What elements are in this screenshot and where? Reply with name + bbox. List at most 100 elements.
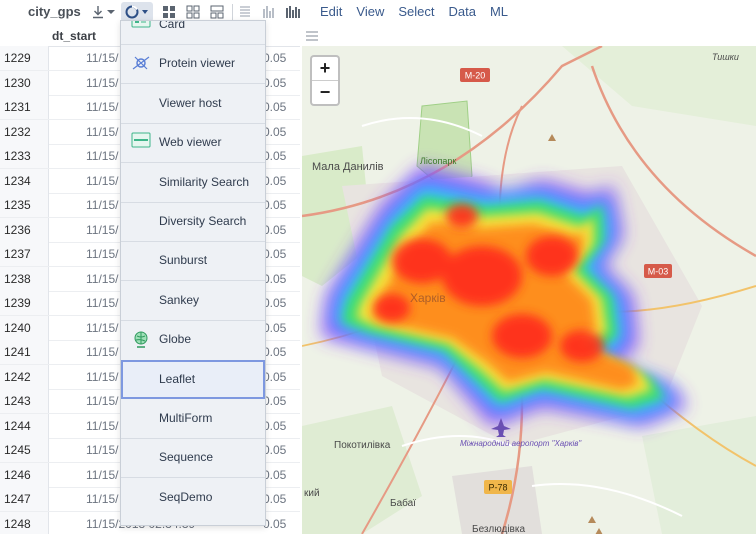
card-icon	[131, 21, 151, 34]
cell-dt-start[interactable]: 11/15/	[86, 174, 118, 188]
menu-item-diversity-search[interactable]: Diversity Search	[121, 202, 265, 241]
cell-dt-start[interactable]: 11/15/	[86, 125, 118, 139]
cell-r[interactable]: 0.05	[263, 198, 286, 212]
menu-item-sunburst[interactable]: Sunburst	[121, 241, 265, 280]
cell-dt-start[interactable]: 11/15/	[86, 492, 118, 506]
menu-data[interactable]: Data	[449, 4, 476, 19]
menu-item-leaflet[interactable]: Leaflet	[121, 359, 265, 399]
table-title[interactable]: city_gps	[28, 4, 81, 19]
cell-r[interactable]: 0.05	[263, 468, 286, 482]
row-number: 1229	[4, 51, 31, 65]
menu-edit[interactable]: Edit	[320, 4, 342, 19]
cell-r[interactable]: 0.05	[263, 321, 286, 335]
row-number: 1240	[4, 320, 31, 335]
row-number: 1236	[4, 222, 31, 237]
menu-item-seqdemo[interactable]: SeqDemo	[121, 478, 265, 517]
menu-item-web-viewer[interactable]: Web viewer	[121, 123, 265, 162]
cell-r[interactable]: 0.05	[263, 443, 286, 457]
layout-stack-icon[interactable]	[261, 2, 277, 22]
cell-dt-start[interactable]: 11/15/	[86, 198, 118, 212]
cell-dt-start[interactable]: 11/15/	[86, 419, 118, 433]
map-canvas: M-20 M-03 P-78 Тишки Мала Данилів Лісопа…	[302, 46, 756, 534]
menu-item-label: Diversity Search	[159, 214, 247, 228]
cell-dt-start[interactable]: 11/15/	[86, 443, 118, 457]
menu-item-viewer-host[interactable]: Viewer host	[121, 84, 265, 123]
cell-r[interactable]: 0.05	[263, 517, 286, 531]
menu-ml[interactable]: ML	[490, 4, 508, 19]
cell-r[interactable]: 0.05	[263, 370, 286, 384]
cell-r[interactable]: 0.05	[263, 174, 286, 188]
cell-r[interactable]: 0.05	[263, 419, 286, 433]
menu-item-card[interactable]: Card	[121, 21, 265, 44]
road-badge-m03: M-03	[644, 264, 672, 278]
cell-r[interactable]: 0.05	[263, 345, 286, 359]
layout-columns-icon[interactable]	[208, 2, 226, 22]
cell-r[interactable]: 0.05	[263, 492, 286, 506]
road-label-m20: M-20	[465, 71, 486, 81]
cell-r[interactable]: 0.05	[263, 296, 286, 310]
menu-item-sankey[interactable]: Sankey	[121, 281, 265, 320]
column-header-dt-start[interactable]: dt_start	[52, 29, 96, 43]
cell-dt-start[interactable]: 11/15/	[86, 321, 118, 335]
row-number: 1245	[4, 443, 31, 457]
toolbar-divider	[232, 4, 233, 20]
menu-select[interactable]: Select	[398, 4, 434, 19]
menu-item-label: Protein viewer	[159, 56, 236, 71]
menu-item-label: Globe	[159, 332, 192, 347]
place-label-bezliudivka: Безлюдівка	[472, 524, 525, 534]
cell-dt-start[interactable]: 11/15/	[86, 296, 118, 310]
cell-dt-start[interactable]: 11/15/	[86, 100, 118, 114]
cell-r[interactable]: 0.05	[263, 125, 286, 139]
row-number: 1234	[4, 173, 31, 188]
cell-r[interactable]: 0.05	[263, 100, 286, 114]
cell-r[interactable]: 0.05	[263, 223, 286, 237]
zoom-control: + −	[310, 55, 340, 106]
menu-item-label: Viewer host	[159, 95, 222, 110]
cell-r[interactable]: 0.05	[263, 247, 286, 261]
cell-r[interactable]: 0.05	[263, 149, 286, 163]
globe-icon	[131, 329, 151, 349]
cell-r[interactable]: 0.05	[263, 76, 286, 90]
layout-list-icon[interactable]	[237, 2, 253, 22]
menu-item-label: Leaflet	[159, 371, 196, 386]
cell-dt-start[interactable]: 11/15/	[86, 272, 118, 286]
road-label-m03: M-03	[648, 267, 669, 277]
map-viewer-header	[302, 24, 756, 47]
cell-dt-start[interactable]: 11/15/	[86, 370, 118, 384]
menu-item-multiform[interactable]: MultiForm	[121, 399, 265, 438]
cell-dt-start[interactable]: 11/15/	[86, 149, 118, 163]
menu-item-sequence[interactable]: Sequence	[121, 438, 265, 477]
hamburger-menu-icon[interactable]	[306, 28, 318, 46]
web-viewer-icon	[131, 132, 151, 152]
download-icon[interactable]	[90, 2, 106, 22]
road-badge-p78: P-78	[484, 480, 512, 494]
cell-r[interactable]: 0.05	[263, 272, 286, 286]
menu-item-label: SeqDemo	[159, 489, 213, 504]
cell-r[interactable]: 0.05	[263, 394, 286, 408]
row-number: 1247	[4, 492, 31, 506]
barcode-icon[interactable]	[284, 2, 304, 22]
row-number: 1242	[4, 369, 31, 384]
cell-dt-start[interactable]: 11/15/	[86, 247, 118, 261]
zoom-in-button[interactable]: +	[312, 57, 338, 80]
viewer-add-icon[interactable]	[121, 2, 153, 22]
menu-item-globe[interactable]: Globe	[121, 320, 265, 359]
cell-dt-start[interactable]: 11/15/	[86, 394, 118, 408]
menu-item-similarity-search[interactable]: Similarity Search	[121, 163, 265, 202]
cell-r[interactable]: 0.05	[263, 51, 286, 65]
cell-dt-start[interactable]: 11/15/	[86, 51, 118, 65]
chevron-down-icon[interactable]	[106, 2, 116, 22]
cell-dt-start[interactable]: 11/15/	[86, 345, 118, 359]
menu-item-label: MultiForm	[159, 411, 213, 425]
menu-item-protein-viewer[interactable]: Protein viewer	[121, 44, 265, 83]
layout-tiles-icon[interactable]	[184, 2, 202, 22]
menu-view[interactable]: View	[356, 4, 384, 19]
layout-grid-icon[interactable]	[160, 2, 178, 22]
place-label-pokotylivka: Покотилівка	[334, 440, 391, 451]
zoom-out-button[interactable]: −	[312, 80, 338, 104]
cell-dt-start[interactable]: 11/15/	[86, 468, 118, 482]
row-number: 1243	[4, 394, 31, 408]
cell-dt-start[interactable]: 11/15/	[86, 223, 118, 237]
leaflet-map[interactable]: M-20 M-03 P-78 Тишки Мала Данилів Лісопа…	[302, 46, 756, 534]
cell-dt-start[interactable]: 11/15/	[86, 76, 118, 90]
